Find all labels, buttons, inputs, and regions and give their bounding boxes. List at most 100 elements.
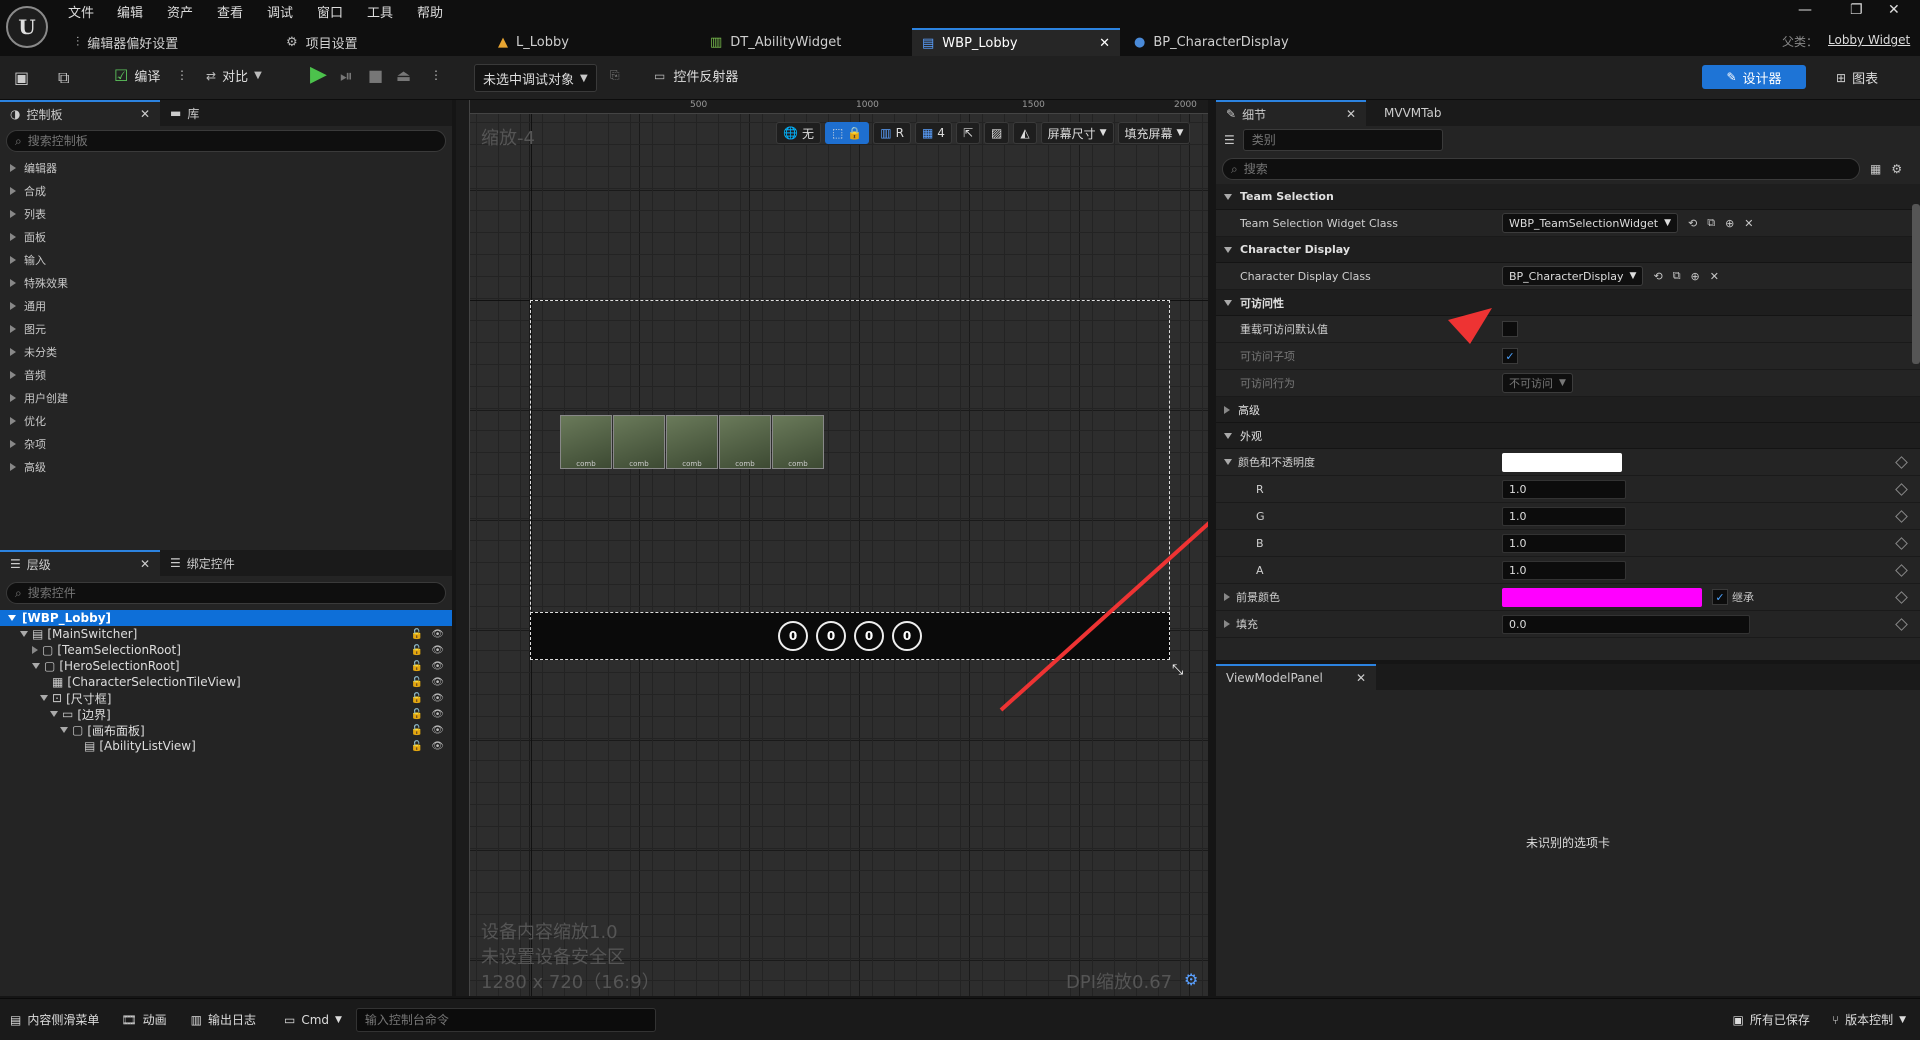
palette-category[interactable]: 输入 bbox=[0, 248, 452, 271]
tab-wbp-lobby[interactable]: ▤ WBP_Lobby ✕ bbox=[912, 28, 1120, 56]
palette-category[interactable]: 面板 bbox=[0, 225, 452, 248]
keyframe-diamond-icon[interactable] bbox=[1895, 455, 1908, 469]
cmd-select[interactable]: ▭ Cmd ▼ bbox=[284, 1013, 342, 1027]
tab-l-lobby[interactable]: ▲ L_Lobby bbox=[488, 28, 579, 56]
section-advanced[interactable]: 高级 bbox=[1216, 397, 1920, 423]
eye-icon[interactable]: 👁 bbox=[431, 725, 444, 736]
content-drawer-button[interactable]: ▤ 内容侧滑菜单 bbox=[10, 1011, 99, 1028]
debug-find-icon[interactable]: ⎘ bbox=[610, 68, 620, 83]
parent-class-link[interactable]: Lobby Widget bbox=[1828, 33, 1910, 47]
menu-debug[interactable]: 调试 bbox=[267, 2, 293, 21]
char-class-select[interactable]: BP_CharacterDisplay ▼ bbox=[1502, 266, 1644, 286]
lock-icon[interactable]: 🔓 bbox=[411, 661, 423, 672]
table-view-icon[interactable]: ▦ bbox=[1870, 162, 1881, 176]
palette-category[interactable]: 未分类 bbox=[0, 340, 452, 363]
console-command-input[interactable] bbox=[364, 1012, 655, 1027]
palette-category[interactable]: 特殊效果 bbox=[0, 271, 452, 294]
hierarchy-item-canvaspanel[interactable]: ▢ [画布面板] 🔓 👁 bbox=[0, 722, 452, 738]
details-search-input[interactable] bbox=[1243, 162, 1859, 176]
hierarchy-search[interactable]: ⌕ bbox=[6, 582, 446, 604]
eye-icon[interactable]: 👁 bbox=[431, 645, 444, 656]
hierarchy-item-heroselectionroot[interactable]: ▢ [HeroSelectionRoot] 🔓 👁 bbox=[0, 658, 452, 674]
palette-category[interactable]: 合成 bbox=[0, 179, 452, 202]
close-icon[interactable]: ✕ bbox=[140, 107, 150, 121]
collapse-arrow-icon[interactable] bbox=[1224, 459, 1232, 465]
eye-icon[interactable]: 👁 bbox=[431, 661, 444, 672]
browse-icon[interactable]: ⧉ bbox=[58, 68, 69, 88]
tab-bind-widgets[interactable]: ☰ 绑定控件 bbox=[160, 550, 245, 576]
dpi-settings-gear-icon[interactable]: ⚙ bbox=[1184, 970, 1198, 989]
graph-button[interactable]: ⊞ 图表 bbox=[1836, 68, 1878, 88]
all-saved-button[interactable]: ▣ 所有已保存 bbox=[1733, 1011, 1810, 1028]
expand-arrow-icon[interactable] bbox=[1224, 593, 1230, 601]
designer-button[interactable]: ✎ 设计器 bbox=[1702, 65, 1806, 89]
tab-details[interactable]: ✎ 细节 ✕ bbox=[1216, 100, 1366, 126]
lock-icon[interactable]: 🔓 bbox=[411, 677, 423, 688]
category-input[interactable] bbox=[1251, 133, 1442, 147]
play-icon[interactable]: ▶ bbox=[310, 62, 327, 87]
unreal-logo-icon[interactable]: U bbox=[6, 6, 48, 48]
lock-icon[interactable]: 🔓 bbox=[411, 693, 423, 704]
tab-project-settings[interactable]: ⚙ 项目设置 bbox=[276, 28, 368, 56]
tab-library[interactable]: ▬ 库 bbox=[160, 100, 209, 126]
lock-icon[interactable]: 🔓 bbox=[411, 725, 423, 736]
palette-search[interactable]: ⌕ bbox=[6, 130, 446, 152]
tab-mvvm[interactable]: MVVMTab bbox=[1366, 100, 1451, 126]
compile-button[interactable]: ☑ 编译 bbox=[114, 66, 160, 85]
eye-icon[interactable]: 👁 bbox=[431, 709, 444, 720]
compile-options-icon[interactable]: ⋮ bbox=[176, 68, 188, 82]
team-class-select[interactable]: WBP_TeamSelectionWidget ▼ bbox=[1502, 213, 1678, 233]
section-character-display[interactable]: Character Display bbox=[1216, 237, 1920, 263]
close-icon[interactable]: ✕ bbox=[1099, 36, 1110, 51]
section-appearance[interactable]: 外观 bbox=[1216, 423, 1920, 449]
close-icon[interactable]: ✕ bbox=[140, 557, 150, 571]
details-scrollbar[interactable] bbox=[1912, 204, 1920, 364]
palette-search-input[interactable] bbox=[27, 134, 445, 148]
step-icon[interactable]: ⏯ bbox=[340, 66, 353, 86]
a-input[interactable]: 1.0 bbox=[1502, 560, 1626, 580]
keyframe-diamond-icon[interactable] bbox=[1895, 482, 1908, 496]
section-team-selection[interactable]: Team Selection bbox=[1216, 184, 1920, 210]
browse-icon[interactable]: ⧉ bbox=[1673, 269, 1681, 283]
widget-reflector-button[interactable]: ▭ 控件反射器 bbox=[654, 66, 738, 86]
save-icon[interactable]: ▣ bbox=[14, 68, 29, 87]
close-icon[interactable]: ✕ bbox=[1356, 671, 1366, 685]
menu-view[interactable]: 查看 bbox=[217, 2, 243, 21]
g-input[interactable]: 1.0 bbox=[1502, 506, 1626, 526]
hierarchy-item-mainswitcher[interactable]: ▤ [MainSwitcher] 🔓 👁 bbox=[0, 626, 452, 642]
use-selected-icon[interactable]: ⟲ bbox=[1653, 270, 1662, 283]
clear-icon[interactable]: ✕ bbox=[1710, 270, 1719, 283]
padding-input[interactable]: 0.0 bbox=[1502, 614, 1750, 634]
palette-category[interactable]: 图元 bbox=[0, 317, 452, 340]
output-log-button[interactable]: ▥ 输出日志 bbox=[191, 1011, 256, 1028]
animation-button[interactable]: 🎞 动画 bbox=[121, 1011, 166, 1028]
menu-file[interactable]: 文件 bbox=[68, 2, 94, 21]
tab-editor-preferences[interactable]: ⫶ 编辑器偏好设置 bbox=[66, 28, 188, 56]
inherit-checkbox[interactable]: ✓ bbox=[1712, 589, 1728, 605]
hierarchy-item-teamselectionroot[interactable]: ▢ [TeamSelectionRoot] 🔓 👁 bbox=[0, 642, 452, 658]
lock-icon[interactable]: 🔓 bbox=[411, 709, 423, 720]
palette-category[interactable]: 通用 bbox=[0, 294, 452, 317]
clear-icon[interactable]: ✕ bbox=[1744, 217, 1753, 230]
keyframe-diamond-icon[interactable] bbox=[1895, 617, 1908, 631]
tab-hierarchy[interactable]: ☰ 层级 ✕ bbox=[0, 550, 160, 576]
palette-category[interactable]: 音频 bbox=[0, 363, 452, 386]
lock-icon[interactable]: 🔓 bbox=[411, 629, 423, 640]
minimize-icon[interactable]: — bbox=[1798, 2, 1812, 18]
play-options-icon[interactable]: ⋮ bbox=[430, 68, 442, 82]
palette-category[interactable]: 高级 bbox=[0, 455, 452, 478]
hierarchy-root[interactable]: [WBP_Lobby] bbox=[0, 610, 452, 626]
menu-tools[interactable]: 工具 bbox=[367, 2, 393, 21]
keyframe-diamond-icon[interactable] bbox=[1895, 563, 1908, 577]
eject-icon[interactable]: ⏏ bbox=[396, 66, 411, 85]
eye-icon[interactable]: 👁 bbox=[431, 629, 444, 640]
lock-icon[interactable]: 🔓 bbox=[411, 741, 423, 752]
stop-icon[interactable]: ■ bbox=[368, 66, 383, 85]
keyframe-diamond-icon[interactable] bbox=[1895, 590, 1908, 604]
tab-viewmodel[interactable]: ViewModelPanel ✕ bbox=[1216, 664, 1376, 690]
expand-arrow-icon[interactable] bbox=[1224, 620, 1230, 628]
palette-category[interactable]: 优化 bbox=[0, 409, 452, 432]
hierarchy-item-tileview[interactable]: ▦ [CharacterSelectionTileView] 🔓 👁 bbox=[0, 674, 452, 690]
palette-category[interactable]: 列表 bbox=[0, 202, 452, 225]
foreground-color-swatch[interactable] bbox=[1502, 587, 1702, 607]
